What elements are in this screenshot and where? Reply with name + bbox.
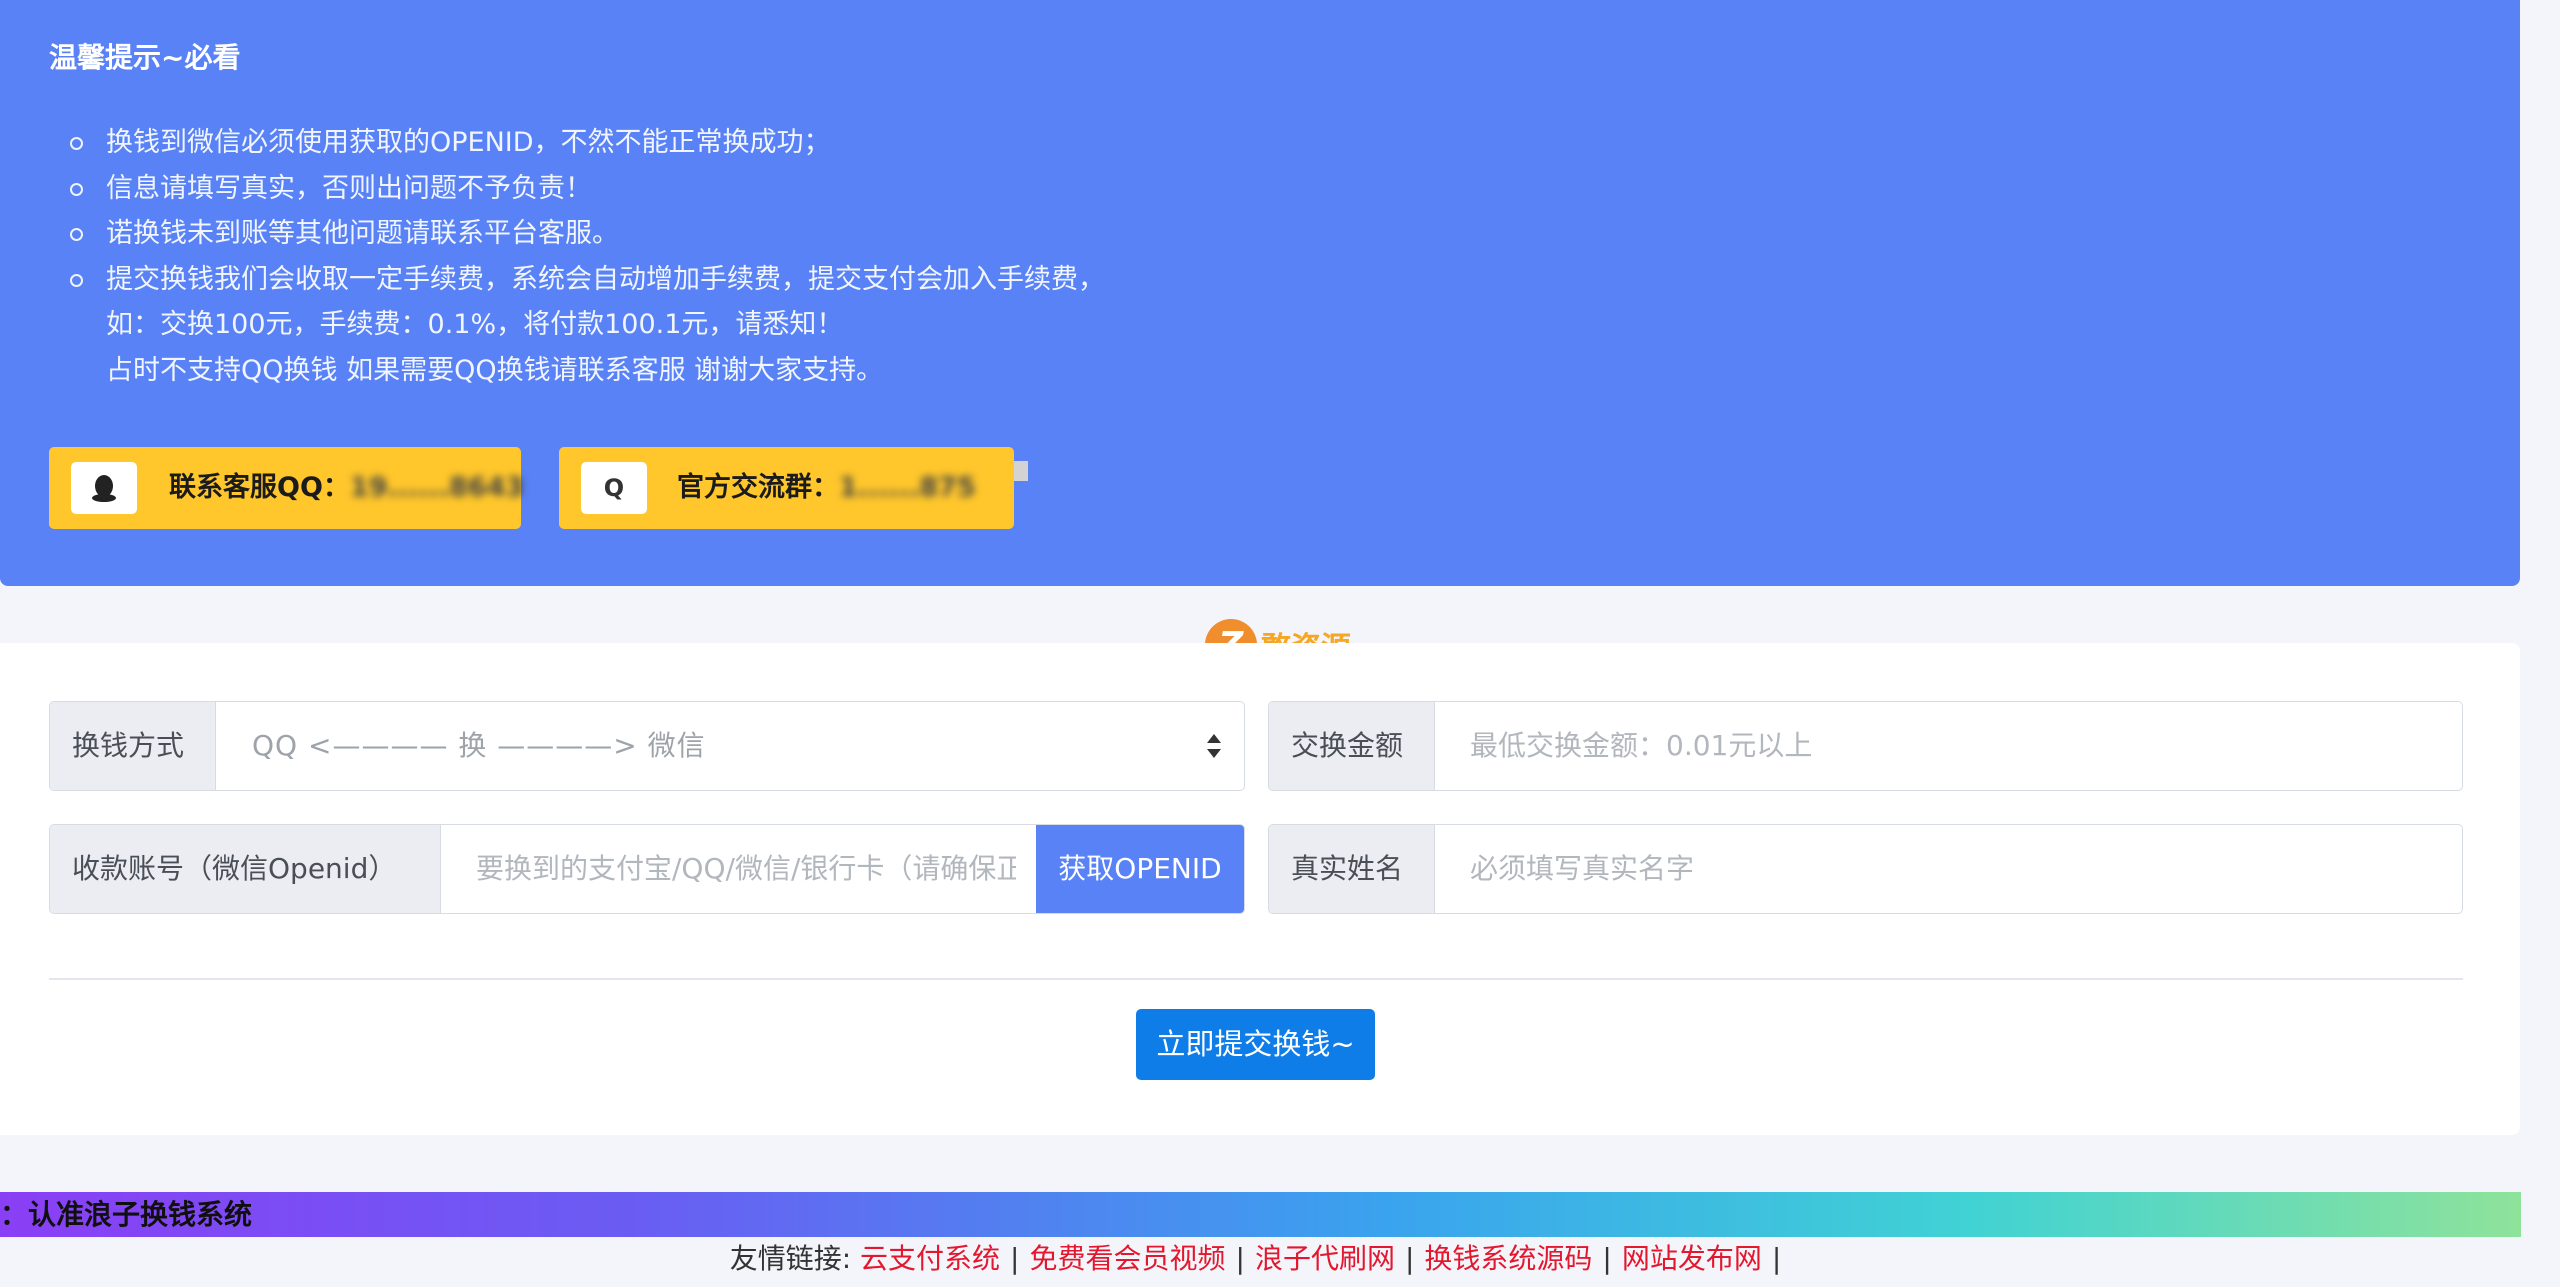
footer-link[interactable]: 浪子代刷网	[1255, 1242, 1395, 1275]
contact-service-button[interactable]: 联系客服QQ：19......8643	[49, 447, 525, 529]
contact-service-number: 19......8643	[349, 472, 525, 503]
marquee-text: ：认准浪子换钱系统	[0, 1198, 253, 1231]
footer-link[interactable]: 换钱系统源码	[1424, 1242, 1592, 1275]
footer-link[interactable]: 云支付系统	[860, 1242, 1000, 1275]
bullet-icon	[70, 273, 83, 287]
footer-link[interactable]: 免费看会员视频	[1029, 1242, 1225, 1275]
form-divider	[49, 978, 2463, 980]
footer-links: 友情链接: 云支付系统 | 免费看会员视频 | 浪子代刷网 | 换钱系统源码 | 网站发布网 |	[0, 1237, 2521, 1281]
bullet-icon	[70, 137, 83, 150]
footer-links-label: 友情链接:	[729, 1242, 852, 1275]
exchange-method-value[interactable]: QQ <———— 换 ————> 微信	[252, 702, 1152, 790]
separator: |	[1404, 1242, 1415, 1275]
official-group-button[interactable]: Q 官方交流群：1......875	[559, 447, 1028, 529]
account-field[interactable]: 收款账号（微信Openid） 要换到的支付宝/QQ/微信/银行卡（请确保正确） …	[49, 824, 1245, 914]
notice-line: 提交换钱我们会收取一定手续费，系统会自动增加手续费，提交支付会加入手续费，	[106, 263, 1105, 295]
real-name-label: 真实姓名	[1269, 825, 1435, 913]
notice-line: 诺换钱未到账等其他问题请联系平台客服。	[106, 218, 619, 250]
separator: |	[1235, 1242, 1245, 1275]
notice-item: 换钱到微信必须使用获取的OPENID，不然不能正常换成功；	[49, 120, 1105, 166]
qq-penguin-icon	[71, 462, 137, 514]
notice-line: 换钱到微信必须使用获取的OPENID，不然不能正常换成功；	[106, 127, 831, 158]
amount-label: 交换金额	[1269, 702, 1435, 790]
select-arrows-icon	[1207, 734, 1221, 758]
notice-line: 如：交换100元，手续费：0.1%，将付款100.1元，请悉知！	[106, 309, 844, 341]
notice-line: 信息请填写真实，否则出问题不予负责！	[106, 172, 592, 204]
amount-field[interactable]: 交换金额 最低交换金额：0.01元以上	[1268, 701, 2463, 791]
contact-service-label: 联系客服QQ：	[169, 472, 350, 503]
bullet-icon	[70, 182, 83, 196]
exchange-method-select[interactable]: 换钱方式 QQ <———— 换 ————> 微信	[49, 701, 1245, 791]
q-icon: Q	[581, 462, 647, 514]
notice-item: 信息请填写真实，否则出问题不予负责！	[49, 166, 1105, 212]
official-group-label: 官方交流群：	[677, 472, 839, 503]
corner-mark	[1014, 461, 1028, 481]
notice-title: 温馨提示~必看	[49, 41, 241, 74]
notice-card: 温馨提示~必看 换钱到微信必须使用获取的OPENID，不然不能正常换成功； 信息…	[0, 0, 2520, 586]
separator: |	[1771, 1242, 1782, 1275]
real-name-input[interactable]: 必须填写真实名字	[1470, 825, 2430, 913]
notice-item: 诺换钱未到账等其他问题请联系平台客服。	[49, 211, 1105, 257]
get-openid-button[interactable]: 获取OPENID	[1036, 825, 1244, 913]
exchange-method-label: 换钱方式	[50, 702, 216, 790]
footer-link[interactable]: 网站发布网	[1622, 1242, 1762, 1275]
separator: |	[1602, 1242, 1612, 1275]
account-label: 收款账号（微信Openid）	[50, 825, 441, 913]
separator: |	[1010, 1242, 1020, 1275]
bullet-icon	[70, 228, 83, 242]
marquee-bar: ：认准浪子换钱系统	[0, 1192, 2521, 1237]
notice-list: 换钱到微信必须使用获取的OPENID，不然不能正常换成功； 信息请填写真实，否则…	[49, 120, 1105, 394]
account-input[interactable]: 要换到的支付宝/QQ/微信/银行卡（请确保正确）	[476, 825, 1016, 913]
official-group-number: 1......875	[839, 472, 976, 503]
amount-input[interactable]: 最低交换金额：0.01元以上	[1470, 702, 2430, 790]
real-name-field[interactable]: 真实姓名 必须填写真实名字	[1268, 824, 2463, 914]
submit-exchange-button[interactable]: 立即提交换钱~	[1136, 1009, 1375, 1080]
notice-item: 提交换钱我们会收取一定手续费，系统会自动增加手续费，提交支付会加入手续费， 如：…	[49, 257, 1105, 394]
notice-line: 占时不支持QQ换钱 如果需要QQ换钱请联系客服 谢谢大家支持。	[106, 354, 884, 386]
